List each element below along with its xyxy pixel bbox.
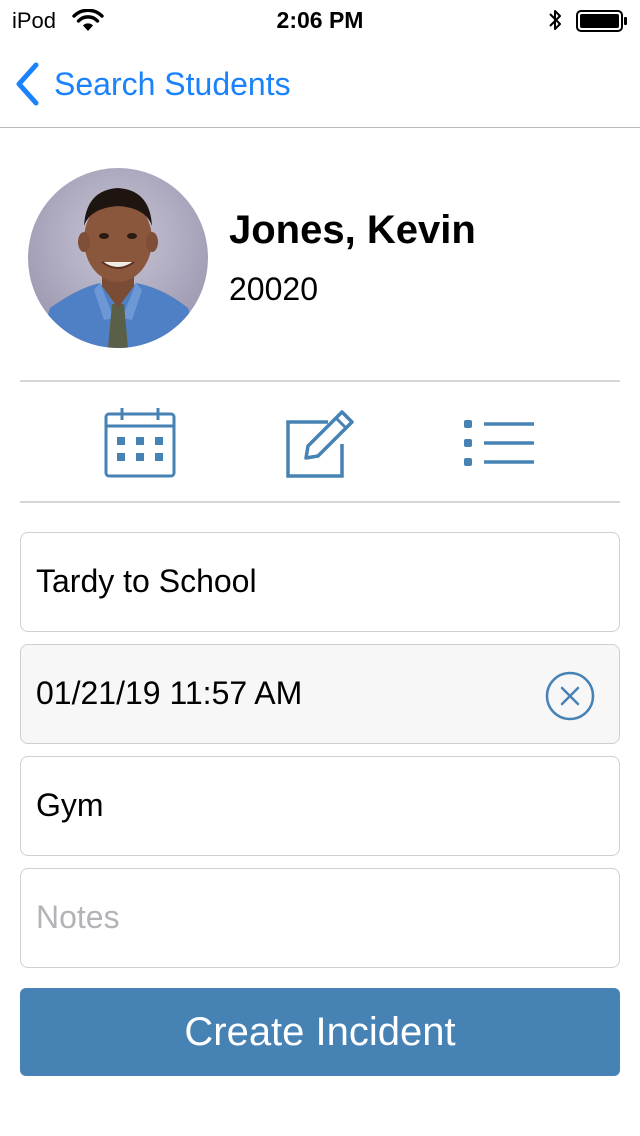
chevron-left-icon (16, 62, 39, 106)
list-button[interactable] (462, 406, 534, 480)
edit-icon (286, 410, 354, 478)
divider (20, 501, 620, 503)
edit-button[interactable] (284, 406, 356, 480)
location-value: Gym (36, 787, 104, 823)
create-incident-button[interactable]: Create Incident (20, 988, 620, 1076)
student-name: Jones, Kevin (229, 208, 476, 252)
notes-placeholder: Notes (36, 899, 120, 935)
notes-field[interactable]: Notes (20, 868, 620, 968)
clear-icon[interactable] (545, 671, 595, 721)
calendar-button[interactable] (104, 406, 176, 480)
student-photo (28, 168, 208, 348)
date-time-field[interactable]: 01/21/19 11:57 AM (20, 644, 620, 744)
incident-type-field[interactable]: Tardy to School (20, 532, 620, 632)
location-field[interactable]: Gym (20, 756, 620, 856)
navigation-bar: Search Students (0, 40, 640, 128)
student-id: 20020 (229, 271, 318, 307)
clock: 2:06 PM (276, 7, 364, 33)
incident-type-value: Tardy to School (36, 563, 257, 599)
back-button[interactable]: Search Students (14, 62, 291, 106)
calendar-icon (104, 408, 176, 478)
list-icon (464, 420, 534, 466)
date-time-value: 01/21/19 11:57 AM (36, 675, 303, 711)
battery-icon (576, 10, 627, 32)
back-button-label: Search Students (54, 65, 291, 102)
divider (20, 380, 620, 382)
status-bar: iPod 2:06 PM (0, 0, 640, 40)
student-avatar (28, 168, 208, 348)
bluetooth-icon (549, 10, 561, 30)
